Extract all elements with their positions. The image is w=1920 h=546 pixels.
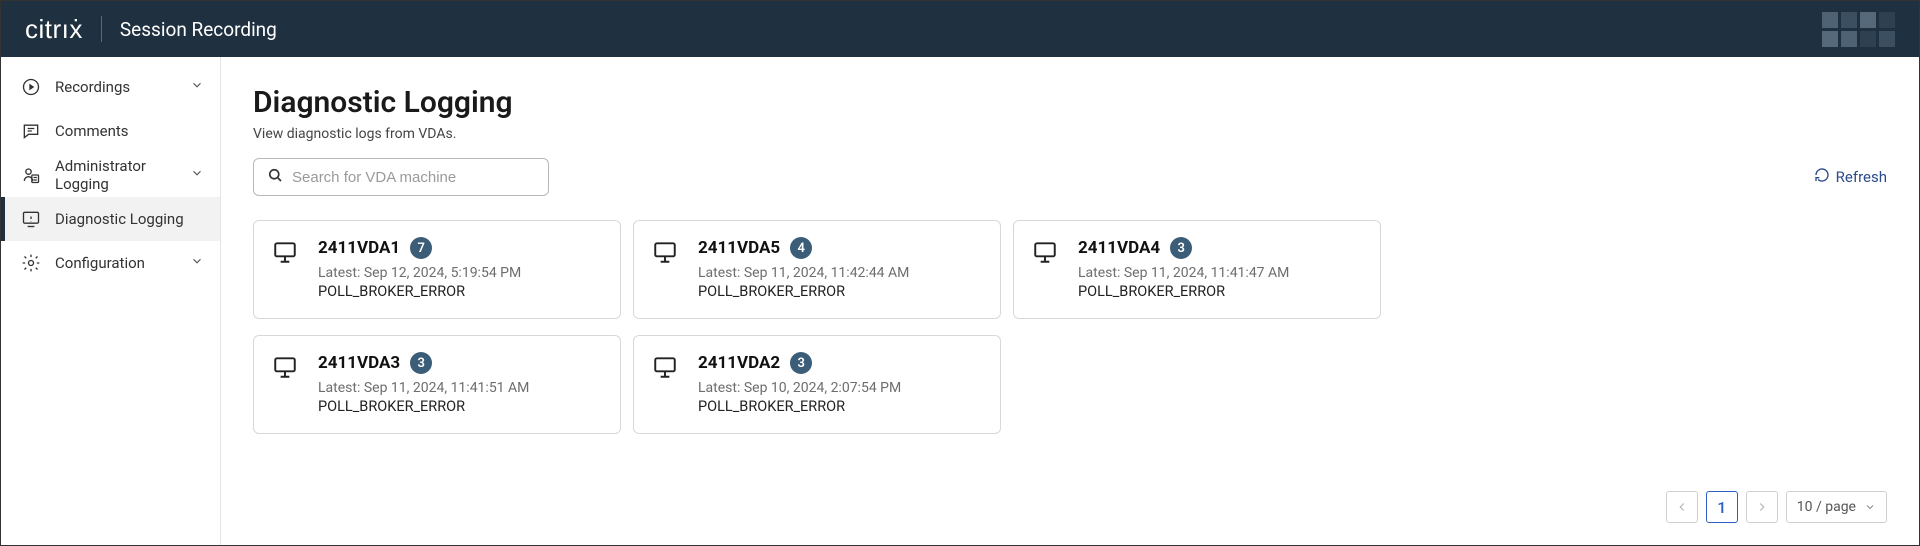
machine-latest: Latest: Sep 11, 2024, 11:41:47 AM bbox=[1078, 265, 1362, 281]
brand-separator bbox=[101, 16, 102, 42]
machine-error: POLL_BROKER_ERROR bbox=[1078, 283, 1362, 300]
monitor-icon bbox=[652, 237, 680, 300]
machine-error: POLL_BROKER_ERROR bbox=[698, 283, 982, 300]
page-title: Diagnostic Logging bbox=[253, 85, 1887, 120]
pagination-prev[interactable] bbox=[1666, 491, 1698, 523]
user-avatar-placeholder[interactable] bbox=[1822, 12, 1895, 47]
machine-card[interactable]: 2411VDA2 3 Latest: Sep 10, 2024, 2:07:54… bbox=[633, 335, 1001, 434]
brand-logo: citrıẋ bbox=[25, 14, 83, 45]
machine-error: POLL_BROKER_ERROR bbox=[318, 398, 602, 415]
pagination-next[interactable] bbox=[1746, 491, 1778, 523]
machine-latest: Latest: Sep 11, 2024, 11:41:51 AM bbox=[318, 380, 602, 396]
machine-card-grid: 2411VDA1 7 Latest: Sep 12, 2024, 5:19:54… bbox=[253, 220, 1887, 434]
machine-latest: Latest: Sep 10, 2024, 2:07:54 PM bbox=[698, 380, 982, 396]
page-subtitle: View diagnostic logs from VDAs. bbox=[253, 126, 1887, 142]
machine-card[interactable]: 2411VDA5 4 Latest: Sep 11, 2024, 11:42:4… bbox=[633, 220, 1001, 319]
monitor-icon bbox=[272, 237, 300, 300]
product-name: Session Recording bbox=[120, 18, 277, 41]
search-input[interactable] bbox=[292, 169, 536, 186]
refresh-icon bbox=[1814, 167, 1830, 187]
count-badge: 3 bbox=[790, 352, 812, 374]
top-bar: citrıẋ Session Recording bbox=[1, 1, 1919, 57]
machine-latest: Latest: Sep 12, 2024, 5:19:54 PM bbox=[318, 265, 602, 281]
pagination-size-label: 10 / page bbox=[1797, 499, 1856, 515]
machine-name: 2411VDA3 bbox=[318, 353, 400, 373]
machine-name: 2411VDA1 bbox=[318, 238, 400, 258]
gear-icon bbox=[21, 253, 41, 273]
machine-card[interactable]: 2411VDA4 3 Latest: Sep 11, 2024, 11:41:4… bbox=[1013, 220, 1381, 319]
monitor-icon bbox=[652, 352, 680, 415]
sidebar: Recordings Comments Administrator Loggin… bbox=[1, 57, 221, 545]
sidebar-item-label: Diagnostic Logging bbox=[55, 210, 184, 228]
sidebar-item-admin-logging[interactable]: Administrator Logging bbox=[1, 153, 220, 197]
sidebar-item-comments[interactable]: Comments bbox=[1, 109, 220, 153]
count-badge: 4 bbox=[790, 237, 812, 259]
sidebar-item-recordings[interactable]: Recordings bbox=[1, 65, 220, 109]
monitor-icon bbox=[272, 352, 300, 415]
refresh-button[interactable]: Refresh bbox=[1814, 167, 1887, 187]
machine-card[interactable]: 2411VDA1 7 Latest: Sep 12, 2024, 5:19:54… bbox=[253, 220, 621, 319]
monitor-icon bbox=[1032, 237, 1060, 300]
search-icon bbox=[266, 166, 284, 188]
chevron-down-icon bbox=[190, 254, 204, 272]
toolbar: Refresh bbox=[253, 158, 1887, 196]
machine-latest: Latest: Sep 11, 2024, 11:42:44 AM bbox=[698, 265, 982, 281]
topbar-right bbox=[1822, 12, 1895, 47]
machine-name: 2411VDA5 bbox=[698, 238, 780, 258]
machine-name: 2411VDA4 bbox=[1078, 238, 1160, 258]
refresh-label: Refresh bbox=[1836, 168, 1887, 186]
admin-log-icon bbox=[21, 165, 41, 185]
main-content: Diagnostic Logging View diagnostic logs … bbox=[221, 57, 1919, 545]
pagination-size-select[interactable]: 10 / page bbox=[1786, 491, 1887, 523]
sidebar-item-label: Comments bbox=[55, 122, 129, 140]
chevron-down-icon bbox=[190, 78, 204, 96]
pagination-page-1[interactable]: 1 bbox=[1706, 491, 1738, 523]
comment-icon bbox=[21, 121, 41, 141]
count-badge: 7 bbox=[410, 237, 432, 259]
count-badge: 3 bbox=[410, 352, 432, 374]
machine-error: POLL_BROKER_ERROR bbox=[698, 398, 982, 415]
sidebar-item-configuration[interactable]: Configuration bbox=[1, 241, 220, 285]
chevron-down-icon bbox=[1864, 501, 1876, 513]
play-circle-icon bbox=[21, 77, 41, 97]
sidebar-item-diagnostic-logging[interactable]: Diagnostic Logging bbox=[1, 197, 220, 241]
machine-error: POLL_BROKER_ERROR bbox=[318, 283, 602, 300]
sidebar-item-label: Configuration bbox=[55, 254, 145, 272]
diagnostic-icon bbox=[21, 209, 41, 229]
machine-card[interactable]: 2411VDA3 3 Latest: Sep 11, 2024, 11:41:5… bbox=[253, 335, 621, 434]
sidebar-item-label: Recordings bbox=[55, 78, 130, 96]
chevron-down-icon bbox=[190, 166, 204, 184]
count-badge: 3 bbox=[1170, 237, 1192, 259]
sidebar-item-label: Administrator Logging bbox=[55, 157, 176, 193]
machine-name: 2411VDA2 bbox=[698, 353, 780, 373]
pagination: 1 10 / page bbox=[1666, 491, 1887, 523]
search-box[interactable] bbox=[253, 158, 549, 196]
